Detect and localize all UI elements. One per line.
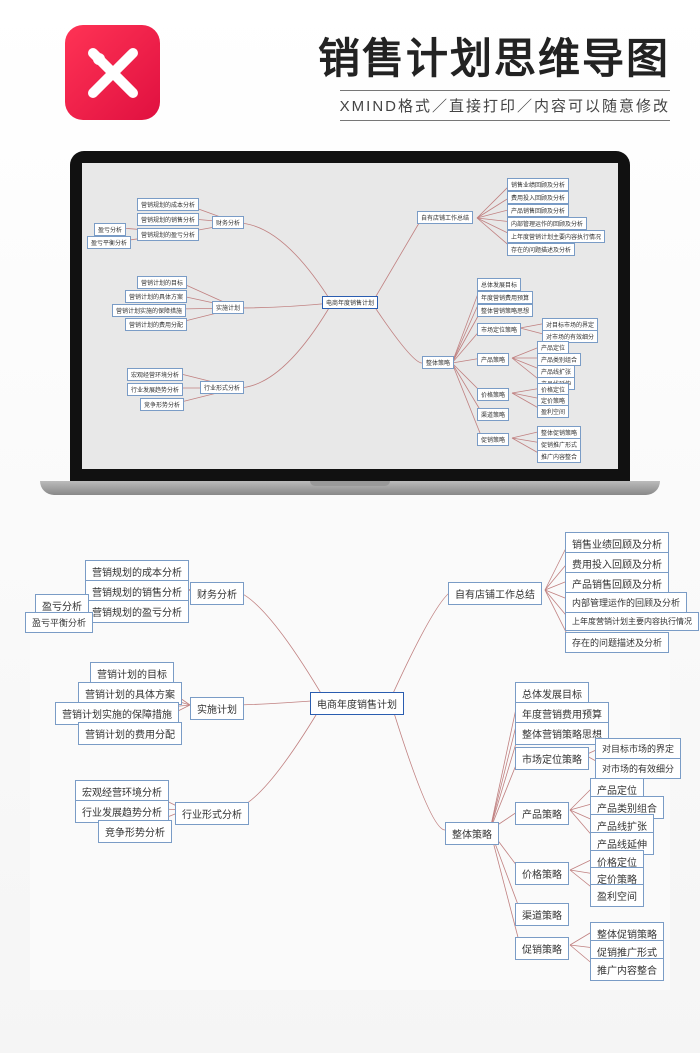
node[interactable]: 盈利空间: [590, 884, 644, 907]
node[interactable]: 营销规划的盈亏分析: [85, 600, 189, 623]
node[interactable]: 内部管理运作的回顾及分析: [507, 217, 587, 230]
node[interactable]: 营销计划实施的保障措施: [112, 304, 186, 317]
node[interactable]: 存在的问题描述及分析: [565, 632, 669, 653]
node-summary[interactable]: 自有店铺工作总结: [448, 582, 542, 605]
node[interactable]: 促销策略: [515, 937, 569, 960]
node[interactable]: 推广内容整合: [537, 450, 581, 463]
node[interactable]: 存在的问题描述及分析: [507, 243, 575, 256]
node-strategy[interactable]: 整体策略: [445, 822, 499, 845]
node[interactable]: 对市场的有效细分: [595, 758, 681, 779]
page-subtitle: XMIND格式／直接打印／内容可以随意修改: [340, 90, 670, 121]
node-center[interactable]: 电商年度销售计划: [322, 296, 378, 309]
node[interactable]: 市场定位策略: [515, 747, 589, 770]
node[interactable]: 整体策略: [422, 356, 454, 369]
node[interactable]: 营销规划的成本分析: [137, 198, 199, 211]
node[interactable]: 促销策略: [477, 433, 509, 446]
node[interactable]: 整体营销策略思想: [477, 304, 533, 317]
node[interactable]: 盈亏平衡分析: [25, 612, 93, 633]
xmind-logo: [65, 25, 160, 120]
node-center[interactable]: 电商年度销售计划: [310, 692, 404, 715]
node[interactable]: 推广内容整合: [590, 958, 664, 981]
node[interactable]: 行业形式分析: [200, 381, 244, 394]
xmind-logo-icon: [65, 25, 160, 120]
page-title: 销售计划思维导图: [180, 25, 670, 86]
node-industry[interactable]: 行业形式分析: [175, 802, 249, 825]
node[interactable]: 营销计划的费用分配: [125, 318, 187, 331]
node[interactable]: 营销计划的目标: [137, 276, 187, 289]
node-finance[interactable]: 财务分析: [190, 582, 244, 605]
node[interactable]: 行业发展趋势分析: [127, 383, 183, 396]
node[interactable]: 财务分析: [212, 216, 244, 229]
node[interactable]: 对目标市场的界定: [595, 738, 681, 759]
node[interactable]: 自有店铺工作总结: [417, 211, 473, 224]
node[interactable]: 营销规划的销售分析: [137, 213, 199, 226]
node[interactable]: 营销计划的具体方案: [125, 290, 187, 303]
node[interactable]: 盈亏分析: [94, 223, 126, 236]
node[interactable]: 销售业绩回顾及分析: [507, 178, 569, 191]
node[interactable]: 盈利空间: [537, 405, 569, 418]
node[interactable]: 盈亏平衡分析: [87, 236, 131, 249]
node[interactable]: 产品策略: [477, 353, 509, 366]
node[interactable]: 竞争形势分析: [140, 398, 184, 411]
node[interactable]: 上年度营销计划主要内容执行情况: [565, 612, 699, 631]
node[interactable]: 产品销售回顾及分析: [507, 204, 569, 217]
node[interactable]: 渠道策略: [515, 903, 569, 926]
laptop-base: [40, 481, 660, 495]
node[interactable]: 上年度营销计划主要内容执行情况: [507, 230, 605, 243]
node[interactable]: 产品策略: [515, 802, 569, 825]
node[interactable]: 年度营销费用预算: [477, 291, 533, 304]
node[interactable]: 营销计划的费用分配: [78, 722, 182, 745]
node-implement[interactable]: 实施计划: [190, 697, 244, 720]
node[interactable]: 渠道策略: [477, 408, 509, 421]
node[interactable]: 价格策略: [515, 862, 569, 885]
node[interactable]: 费用投入回顾及分析: [507, 191, 569, 204]
laptop-mockup: 电商年度销售计划 财务分析 营销规划的成本分析 营销规划的销售分析 营销规划的盈…: [70, 151, 630, 495]
node[interactable]: 实施计划: [212, 301, 244, 314]
mindmap-large: 电商年度销售计划 财务分析 营销规划的成本分析 营销规划的销售分析 营销规划的盈…: [30, 520, 670, 990]
node[interactable]: 宏观经营环境分析: [127, 368, 183, 381]
node[interactable]: 价格策略: [477, 388, 509, 401]
mindmap-preview: 电商年度销售计划 财务分析 营销规划的成本分析 营销规划的销售分析 营销规划的盈…: [82, 163, 618, 469]
header: 销售计划思维导图 XMIND格式／直接打印／内容可以随意修改: [0, 0, 700, 131]
node[interactable]: 总体发展目标: [477, 278, 521, 291]
node[interactable]: 市场定位策略: [477, 323, 521, 336]
node[interactable]: 竞争形势分析: [98, 820, 172, 843]
node[interactable]: 内部管理运作的回顾及分析: [565, 592, 687, 613]
node[interactable]: 营销规划的盈亏分析: [137, 228, 199, 241]
